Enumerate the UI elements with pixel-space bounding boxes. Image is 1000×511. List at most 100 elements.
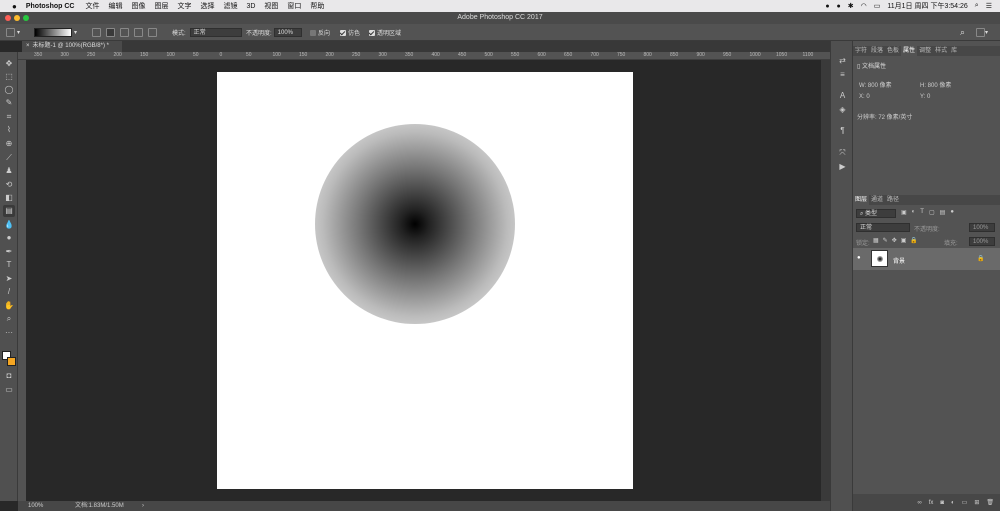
history-panel-icon[interactable]: ⇄ xyxy=(837,55,848,66)
layer-opacity-input[interactable]: 100% xyxy=(969,223,995,232)
vertical-scrollbar[interactable] xyxy=(821,60,830,501)
angle-gradient-button[interactable] xyxy=(120,28,129,37)
menu-select[interactable]: 选择 xyxy=(200,1,214,11)
tab-paths[interactable]: 路径 xyxy=(885,195,901,205)
smart-object-filter-icon[interactable]: ▤ xyxy=(940,209,946,216)
battery-icon[interactable]: ▭ xyxy=(874,2,881,10)
menu-file[interactable]: 文件 xyxy=(85,1,99,11)
tab-character[interactable]: 字符 xyxy=(853,46,869,56)
tab-adjustments[interactable]: 调整 xyxy=(917,46,933,56)
search-button[interactable]: ⌕ xyxy=(960,27,965,38)
clone-stamp-tool-icon[interactable]: ♟ xyxy=(3,165,15,177)
menu-view[interactable]: 视图 xyxy=(264,1,278,11)
tab-libraries[interactable]: 库 xyxy=(949,46,959,56)
styles-panel-icon[interactable]: ◈ xyxy=(837,104,848,115)
radial-gradient-button[interactable] xyxy=(106,28,115,37)
menu-type[interactable]: 文字 xyxy=(177,1,191,11)
tab-channels[interactable]: 通道 xyxy=(869,195,885,205)
move-tool-icon[interactable]: ✥ xyxy=(3,58,15,70)
tab-swatches[interactable]: 色板 xyxy=(885,46,901,56)
apple-icon[interactable]: ● xyxy=(12,2,17,11)
visibility-eye-icon[interactable]: ● xyxy=(857,255,861,261)
character-panel-icon[interactable]: A xyxy=(837,90,848,101)
adjustment-layer-icon[interactable]: ◐ xyxy=(951,500,955,506)
qq-icon[interactable]: ● xyxy=(837,3,841,10)
tab-styles[interactable]: 样式 xyxy=(933,46,949,56)
dodge-tool-icon[interactable]: ● xyxy=(3,232,15,244)
eraser-tool-icon[interactable]: ◧ xyxy=(3,192,15,204)
quick-mask-icon[interactable]: ◘ xyxy=(3,370,15,382)
close-window-button[interactable] xyxy=(5,15,11,21)
menu-image[interactable]: 图像 xyxy=(131,1,145,11)
transparency-checkbox[interactable]: 透明区域 xyxy=(369,27,401,38)
zoom-level[interactable]: 100% xyxy=(28,501,43,511)
zoom-window-button[interactable] xyxy=(23,15,29,21)
tab-layers[interactable]: 图层 xyxy=(853,195,870,205)
crop-tool-icon[interactable]: ⌗ xyxy=(3,111,15,123)
menu-3d[interactable]: 3D xyxy=(246,3,255,10)
layer-row-background[interactable]: ● 背景 🔒 xyxy=(853,248,1000,270)
background-color-swatch[interactable] xyxy=(7,357,16,366)
layer-style-icon[interactable]: fx xyxy=(929,500,934,506)
search-icon[interactable]: ⌕ xyxy=(975,2,979,10)
tool-preset-picker[interactable]: ▾ xyxy=(6,27,20,38)
blur-tool-icon[interactable]: 💧 xyxy=(3,219,15,231)
layer-name[interactable]: 背景 xyxy=(893,256,905,265)
layer-lock-icon[interactable]: 🔒 xyxy=(977,255,984,262)
delete-layer-icon[interactable]: 🗑 xyxy=(986,499,994,506)
lasso-tool-icon[interactable]: ◯ xyxy=(3,84,15,96)
gradient-tool-icon[interactable]: ▤ xyxy=(3,205,15,217)
screen-mode-icon[interactable]: ▭ xyxy=(3,384,15,396)
linear-gradient-button[interactable] xyxy=(92,28,101,37)
opacity-input[interactable]: 100% xyxy=(273,28,302,37)
lock-position-icon[interactable]: ✥ xyxy=(892,237,897,244)
menu-layer[interactable]: 图层 xyxy=(154,1,168,11)
new-group-icon[interactable]: ▭ xyxy=(962,499,968,506)
diamond-gradient-button[interactable] xyxy=(148,28,157,37)
shape-filter-icon[interactable]: ▢ xyxy=(929,209,935,216)
menu-window[interactable]: 窗口 xyxy=(287,1,301,11)
reverse-checkbox[interactable]: 反向 xyxy=(310,27,330,38)
line-tool-icon[interactable]: / xyxy=(3,286,15,298)
fill-input[interactable]: 100% xyxy=(969,237,995,246)
reflected-gradient-button[interactable] xyxy=(134,28,143,37)
type-tool-icon[interactable]: T xyxy=(3,259,15,271)
adjustments-panel-icon[interactable]: ≡ xyxy=(837,69,848,80)
dither-checkbox[interactable]: 仿色 xyxy=(340,27,360,38)
path-select-tool-icon[interactable]: ➤ xyxy=(3,273,15,285)
eyedropper-tool-icon[interactable]: ⌇ xyxy=(3,124,15,136)
wifi-icon[interactable]: ◠ xyxy=(861,2,867,10)
zoom-tool-icon[interactable]: ⌕ xyxy=(3,313,15,325)
mode-select[interactable]: 正常 xyxy=(189,28,242,37)
wechat-icon[interactable]: ● xyxy=(825,3,829,10)
paragraph-panel-icon[interactable]: ¶ xyxy=(837,125,848,136)
lock-pixels-icon[interactable]: ✎ xyxy=(883,237,888,244)
menu-edit[interactable]: 编辑 xyxy=(108,1,122,11)
status-menu-icon[interactable]: › xyxy=(142,501,144,511)
type-filter-icon[interactable]: T xyxy=(920,209,924,216)
lock-transparent-icon[interactable]: ▦ xyxy=(873,237,879,244)
brush-tool-icon[interactable]: ⟋ xyxy=(3,152,15,164)
quick-select-tool-icon[interactable]: ✎ xyxy=(3,97,15,109)
gradient-picker[interactable]: ▾ xyxy=(34,27,77,38)
filter-toggle-icon[interactable]: ● xyxy=(950,209,954,216)
layer-filter-select[interactable]: ⌕ 类型 xyxy=(856,209,896,218)
document-tab[interactable]: × 未标题-1 @ 100%(RGB/8*) * xyxy=(22,41,122,52)
close-tab-icon[interactable]: × xyxy=(26,43,30,49)
pen-tool-icon[interactable]: ✒ xyxy=(3,246,15,258)
menu-help[interactable]: 帮助 xyxy=(310,1,324,11)
blend-mode-select[interactable]: 正常 xyxy=(856,223,910,232)
more-tools-icon[interactable]: ··· xyxy=(3,327,15,339)
tab-properties[interactable]: 属性 xyxy=(901,46,918,56)
menu-list-icon[interactable]: ☰ xyxy=(986,2,992,10)
add-mask-icon[interactable]: ◙ xyxy=(940,500,944,506)
tab-paragraph[interactable]: 段落 xyxy=(869,46,885,56)
actions-play-icon[interactable]: ▶ xyxy=(837,161,848,172)
healing-brush-tool-icon[interactable]: ⊕ xyxy=(3,138,15,150)
marquee-tool-icon[interactable]: ⬚ xyxy=(3,71,15,83)
artboard-icon[interactable]: ▣ xyxy=(901,237,907,244)
clock-text[interactable]: 11月1日 周四 下午3:54:26 xyxy=(887,1,967,11)
lock-all-icon[interactable]: 🔒 xyxy=(910,237,917,244)
new-layer-icon[interactable]: ⊞ xyxy=(974,499,979,506)
link-layers-icon[interactable]: ∞ xyxy=(917,500,921,506)
